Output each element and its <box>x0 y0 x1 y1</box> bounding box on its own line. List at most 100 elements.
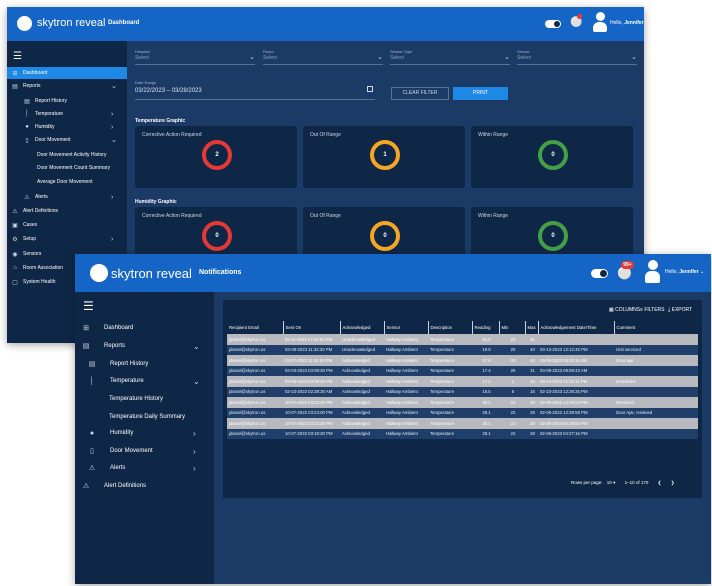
filter-label: Sensor <box>517 49 530 54</box>
brand-name: skytron reveal <box>37 17 106 29</box>
table-cell: 28.1 <box>472 418 499 429</box>
sidebar-item-label: Humidity <box>110 430 134 436</box>
filter-select[interactable]: Select <box>135 55 149 61</box>
rows-per-page-select[interactable]: 10 ▾ <box>607 480 616 485</box>
column-header-comment[interactable]: Comment <box>613 321 698 334</box>
table-cell: Temperature <box>428 355 472 366</box>
sidebar-item-door-movement-activity-history[interactable]: Door Movement Activity History <box>7 149 127 161</box>
table-cell: Temperature <box>428 344 472 355</box>
column-header-sent-on[interactable]: Sent On <box>282 321 340 334</box>
table-row[interactable]: jdaniel@skytron.us 10-07-2022 03:24:00 PM… <box>227 407 698 418</box>
column-header-sensor[interactable]: Sensor <box>383 321 428 334</box>
grid-icon: ⊞ <box>83 325 89 332</box>
table-cell: 28.1 <box>472 407 499 418</box>
hamburger-icon[interactable]: ☰ <box>83 299 94 313</box>
date-range-input[interactable]: 03/22/2023 – 03/28/2023 <box>135 88 202 94</box>
sidebar-item-setup[interactable]: ⚙ Setup › <box>7 233 127 245</box>
table-row[interactable]: jdaniel@skytron.us 03-07-2023 11:45:30 PM… <box>227 355 698 366</box>
sidebar-item-reports[interactable]: ▤ Reports ⌄ <box>7 80 127 92</box>
user-greeting[interactable]: Hello, Jennifer ⌄ <box>610 20 644 26</box>
gear-icon: ⚙ <box>12 236 18 243</box>
card-title: Corrective Action Required <box>142 213 202 219</box>
table-cell: 15 <box>525 386 538 397</box>
user-avatar-icon[interactable] <box>593 12 607 34</box>
column-header-min[interactable]: Min <box>498 321 525 334</box>
filters-button[interactable]: ≡ FILTERS <box>640 307 665 313</box>
home-icon: ⌂ <box>13 265 17 271</box>
warning-icon: ⚠ <box>24 194 30 201</box>
sidebar-item-report-history[interactable]: ▤ Report History <box>75 356 214 372</box>
sidebar-item-door-movement-count-summary[interactable]: Door Movement Count Summary <box>7 162 127 174</box>
sidebar-item-alert-definitions[interactable]: ⚠ Alert Definitions <box>7 205 127 217</box>
sidebar-item-label: Alerts <box>35 194 48 200</box>
sidebar-item-alert-definitions[interactable]: ⚠ Alert Definitions <box>75 478 214 494</box>
table-row[interactable]: jdaniel@skytron.us 03-03-2023 03:09:30 PM… <box>227 376 698 387</box>
sidebar-item-humidity[interactable]: ● Humidity › <box>7 121 127 133</box>
table-cell: 03-11-2023 07:53:00 PM <box>283 334 340 345</box>
table-cell <box>614 365 698 376</box>
sidebar-item-label: Alert Definitions <box>23 208 59 214</box>
sidebar-item-temperature[interactable]: │ Temperature ⌄ <box>75 373 214 389</box>
sidebar-item-humidity[interactable]: ● Humidity › <box>75 425 214 441</box>
table-row[interactable]: jdaniel@skytron.us 03-03-2023 03:08:30 PM… <box>227 365 698 376</box>
sidebar-item-door-movement[interactable]: ▯ Door Movement ⌄ <box>7 134 127 146</box>
table-cell: Temperature <box>428 428 472 439</box>
filter-select[interactable]: Select <box>390 55 404 61</box>
column-header-max[interactable]: Max <box>524 321 538 334</box>
sidebar-item-reports[interactable]: ▤ Reports ⌄ <box>75 338 214 354</box>
table-cell: Temperature <box>428 334 472 345</box>
columns-button[interactable]: ▦ COLUMNS <box>609 307 640 313</box>
thermometer-icon: │ <box>89 377 95 385</box>
column-header-acknowledged[interactable]: Acknowledged <box>339 321 384 334</box>
print-button[interactable]: PRINT <box>453 87 508 100</box>
signal-icon: ◉ <box>12 251 18 258</box>
user-avatar-icon[interactable] <box>645 260 660 285</box>
clear-filter-button[interactable]: CLEAR FILTER <box>391 87 449 100</box>
column-header-recipient-email[interactable]: Recipient Email <box>227 321 283 334</box>
table-row[interactable]: jdaniel@skytron.us 03-11-2023 07:53:00 PM… <box>227 334 698 345</box>
column-header-description[interactable]: Description <box>427 321 472 334</box>
table-cell: 03-09-2023 09:59:43 AM <box>538 365 614 376</box>
table-cell: jdaniel@skytron.us <box>227 386 283 397</box>
skytron-logo-icon <box>17 16 32 31</box>
table-row[interactable]: jdaniel@skytron.us 10-07-2022 03:22:30 PM… <box>227 418 698 429</box>
chevron-down-icon: ⌄ <box>111 83 117 90</box>
sidebar-item-alerts[interactable]: ⚠ Alerts › <box>75 460 214 476</box>
prev-page-button[interactable]: ❮ <box>658 480 662 485</box>
sidebar-item-alerts[interactable]: ⚠ Alerts › <box>7 191 127 203</box>
sidebar-item-door-movement[interactable]: ▯ Door Movement › <box>75 443 214 459</box>
table-cell: 03-03-2023 03:08:30 PM <box>283 365 340 376</box>
sidebar-item-report-history[interactable]: ▤ Report History <box>7 95 127 107</box>
sidebar-item-temperature[interactable]: │ Temperature › <box>7 108 127 120</box>
table-row[interactable]: jdaniel@skytron.us 10-07-2022 03:18:30 PM… <box>227 428 698 439</box>
export-button[interactable]: ⤓ EXPORT <box>668 307 692 313</box>
sidebar-item-cases[interactable]: ▣ Cases <box>7 219 127 231</box>
card-value: 1 <box>383 152 387 158</box>
page-title: Dashboard <box>108 20 140 26</box>
sidebar-item-average-door-movement[interactable]: Average Door Movement <box>7 176 127 188</box>
table-cell: Hallway Ambient <box>384 428 428 439</box>
notifications-sidebar: ☰ ⊞ Dashboard ▤ Reports ⌄ ▤ Report History │ Tem… <box>75 292 214 584</box>
table-cell: 10-07-2022 03:22:30 PM <box>283 397 340 408</box>
calendar-icon[interactable] <box>367 86 373 92</box>
status-ring: 0 <box>538 221 568 251</box>
table-row[interactable]: jdaniel@skytron.us 10-07-2022 03:22:30 PM… <box>227 397 698 408</box>
sidebar-item-temperature-daily-summary[interactable]: Temperature Daily Summary <box>75 409 214 425</box>
status-ring: 1 <box>370 140 400 170</box>
filter-select[interactable]: Select <box>263 55 277 61</box>
hamburger-icon[interactable]: ☰ <box>13 51 22 62</box>
column-header-reading[interactable]: Reading <box>471 321 499 334</box>
user-greeting[interactable]: Hello, Jennifer ⌄ <box>665 269 704 275</box>
sidebar-item-dashboard[interactable]: ⊞ Dashboard <box>75 320 214 336</box>
sidebar-item-dashboard[interactable]: ⊞ Dashboard <box>7 67 127 79</box>
column-header-acknowledgement-date-time[interactable]: Acknowledgement Date/Time <box>537 321 614 334</box>
theme-toggle[interactable] <box>591 269 608 278</box>
sidebar-item-temperature-history[interactable]: Temperature History <box>75 391 214 407</box>
next-page-button[interactable]: ❯ <box>671 480 675 485</box>
table-row[interactable]: jdaniel@skytron.us 02-23-2023 02:38:30 AM… <box>227 386 698 397</box>
table-cell: 02-06-2023 04:29:04 PM <box>538 418 614 429</box>
theme-toggle[interactable] <box>545 20 561 28</box>
filter-select[interactable]: Select <box>517 55 531 61</box>
table-cell: Acknowledged <box>340 418 384 429</box>
table-row[interactable]: jdaniel@skytron.us 03-08-2023 11:32:30 PM… <box>227 344 698 355</box>
